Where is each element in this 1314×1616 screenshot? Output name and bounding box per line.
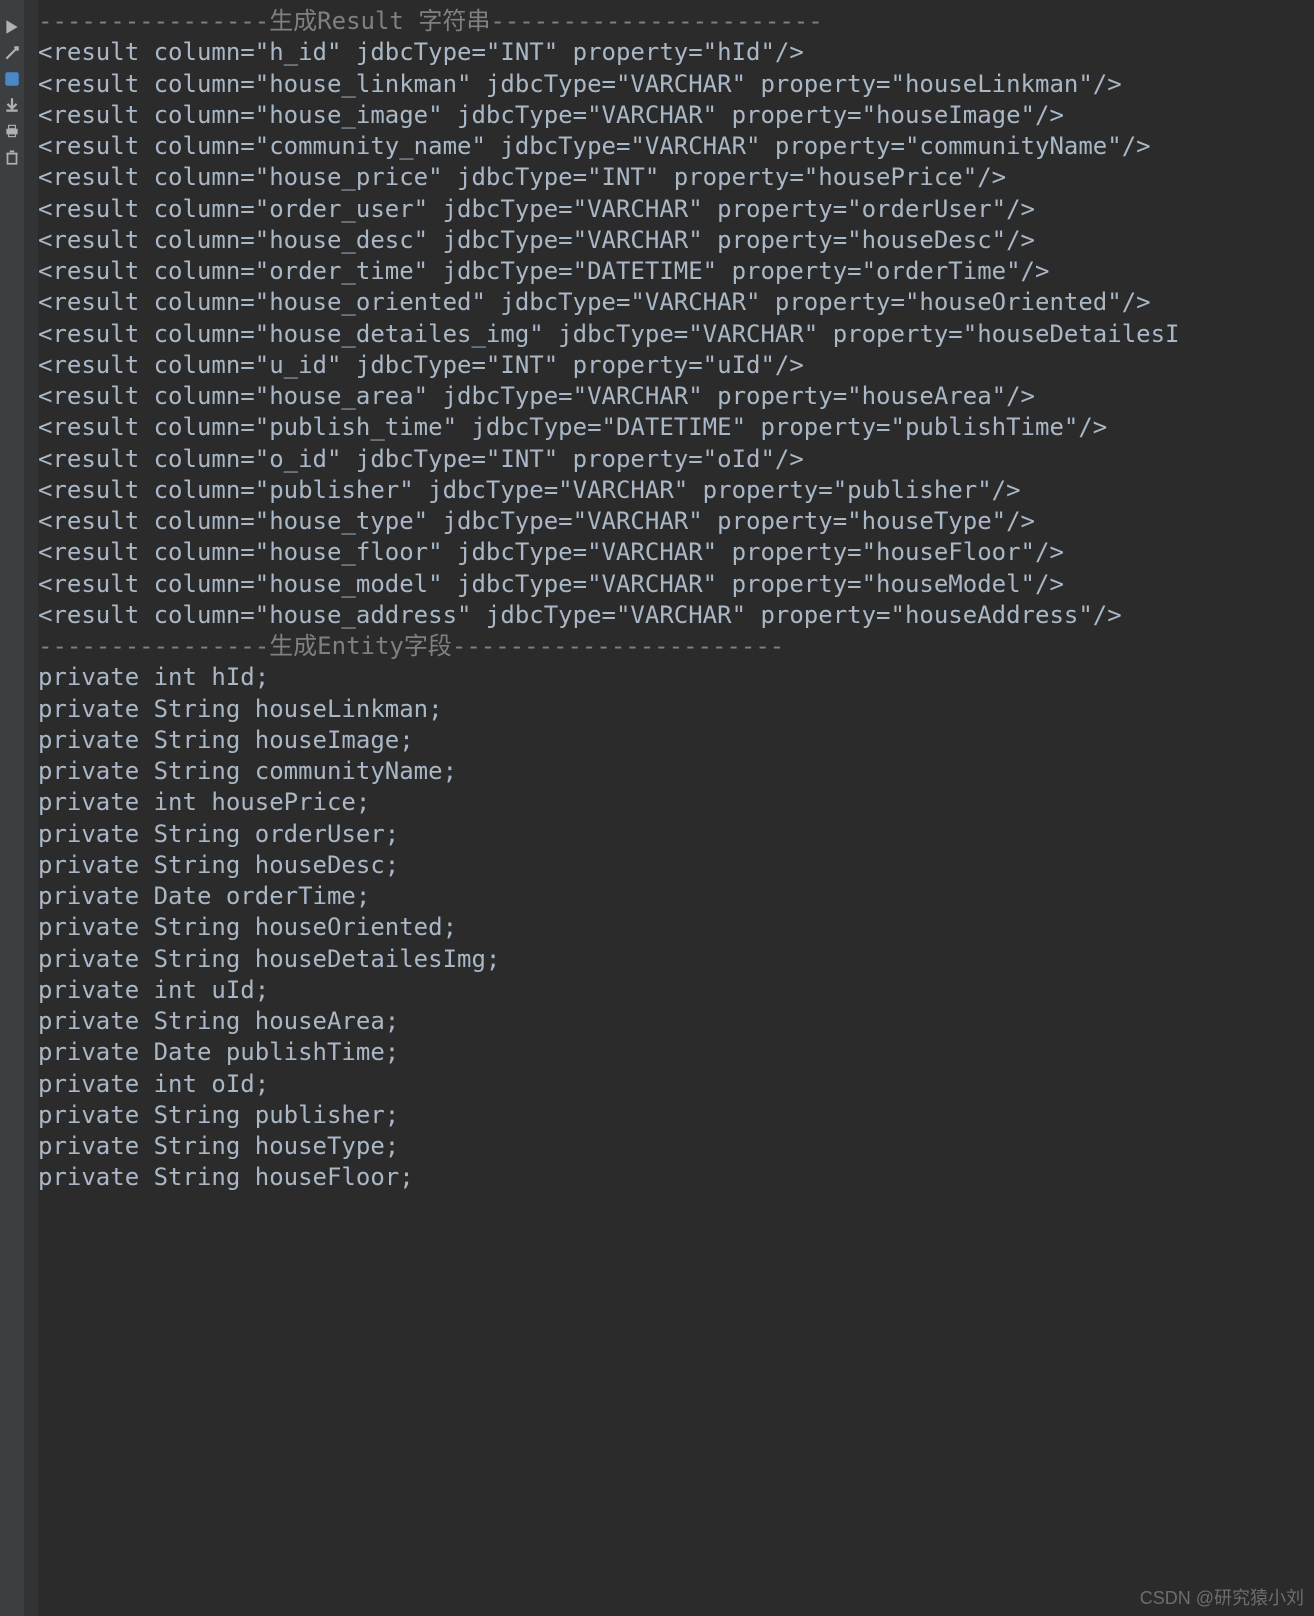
result-line-15: <result column="house_type" jdbcType="VA… <box>38 506 1314 537</box>
entity-line-8: private String houseOriented; <box>38 912 1314 943</box>
result-line-13: <result column="o_id" jdbcType="INT" pro… <box>38 444 1314 475</box>
tool-sidebar <box>0 0 25 1616</box>
entity-line-4: private int housePrice; <box>38 787 1314 818</box>
result-line-5: <result column="order_user" jdbcType="VA… <box>38 194 1314 225</box>
watermark-text: CSDN @研究猿小刘 <box>1140 1584 1304 1610</box>
entity-line-11: private String houseArea; <box>38 1006 1314 1037</box>
result-line-2: <result column="house_image" jdbcType="V… <box>38 100 1314 131</box>
debug-icon[interactable] <box>0 44 24 62</box>
result-line-14: <result column="publisher" jdbcType="VAR… <box>38 475 1314 506</box>
console-output[interactable]: ----------------生成Result 字符串------------… <box>24 0 1314 1616</box>
result-line-10: <result column="u_id" jdbcType="INT" pro… <box>38 350 1314 381</box>
entity-line-16: private String houseFloor; <box>38 1162 1314 1193</box>
trash-icon[interactable] <box>0 148 24 166</box>
entity-line-6: private String houseDesc; <box>38 850 1314 881</box>
result-line-18: <result column="house_address" jdbcType=… <box>38 600 1314 631</box>
entity-line-1: private String houseLinkman; <box>38 694 1314 725</box>
result-line-6: <result column="house_desc" jdbcType="VA… <box>38 225 1314 256</box>
result-header-comment: ----------------生成Result 字符串------------… <box>38 6 1314 37</box>
entity-line-3: private String communityName; <box>38 756 1314 787</box>
result-line-8: <result column="house_oriented" jdbcType… <box>38 287 1314 318</box>
result-line-1: <result column="house_linkman" jdbcType=… <box>38 69 1314 100</box>
result-line-4: <result column="house_price" jdbcType="I… <box>38 162 1314 193</box>
print-icon[interactable] <box>0 122 24 140</box>
editor-gutter <box>24 0 38 1616</box>
entity-line-13: private int oId; <box>38 1069 1314 1100</box>
entity-line-14: private String publisher; <box>38 1100 1314 1131</box>
download-icon[interactable] <box>0 96 24 114</box>
result-line-9: <result column="house_detailes_img" jdbc… <box>38 319 1314 350</box>
tool1-icon[interactable] <box>0 70 24 88</box>
result-line-7: <result column="order_time" jdbcType="DA… <box>38 256 1314 287</box>
entity-line-12: private Date publishTime; <box>38 1037 1314 1068</box>
result-line-0: <result column="h_id" jdbcType="INT" pro… <box>38 37 1314 68</box>
entity-line-10: private int uId; <box>38 975 1314 1006</box>
result-line-17: <result column="house_model" jdbcType="V… <box>38 569 1314 600</box>
entity-header-comment: ----------------生成Entity字段--------------… <box>38 631 1314 662</box>
run-icon[interactable] <box>0 18 24 36</box>
entity-line-7: private Date orderTime; <box>38 881 1314 912</box>
entity-line-5: private String orderUser; <box>38 819 1314 850</box>
entity-line-0: private int hId; <box>38 662 1314 693</box>
entity-line-9: private String houseDetailesImg; <box>38 944 1314 975</box>
result-line-16: <result column="house_floor" jdbcType="V… <box>38 537 1314 568</box>
result-line-11: <result column="house_area" jdbcType="VA… <box>38 381 1314 412</box>
result-line-3: <result column="community_name" jdbcType… <box>38 131 1314 162</box>
entity-line-15: private String houseType; <box>38 1131 1314 1162</box>
result-line-12: <result column="publish_time" jdbcType="… <box>38 412 1314 443</box>
entity-line-2: private String houseImage; <box>38 725 1314 756</box>
